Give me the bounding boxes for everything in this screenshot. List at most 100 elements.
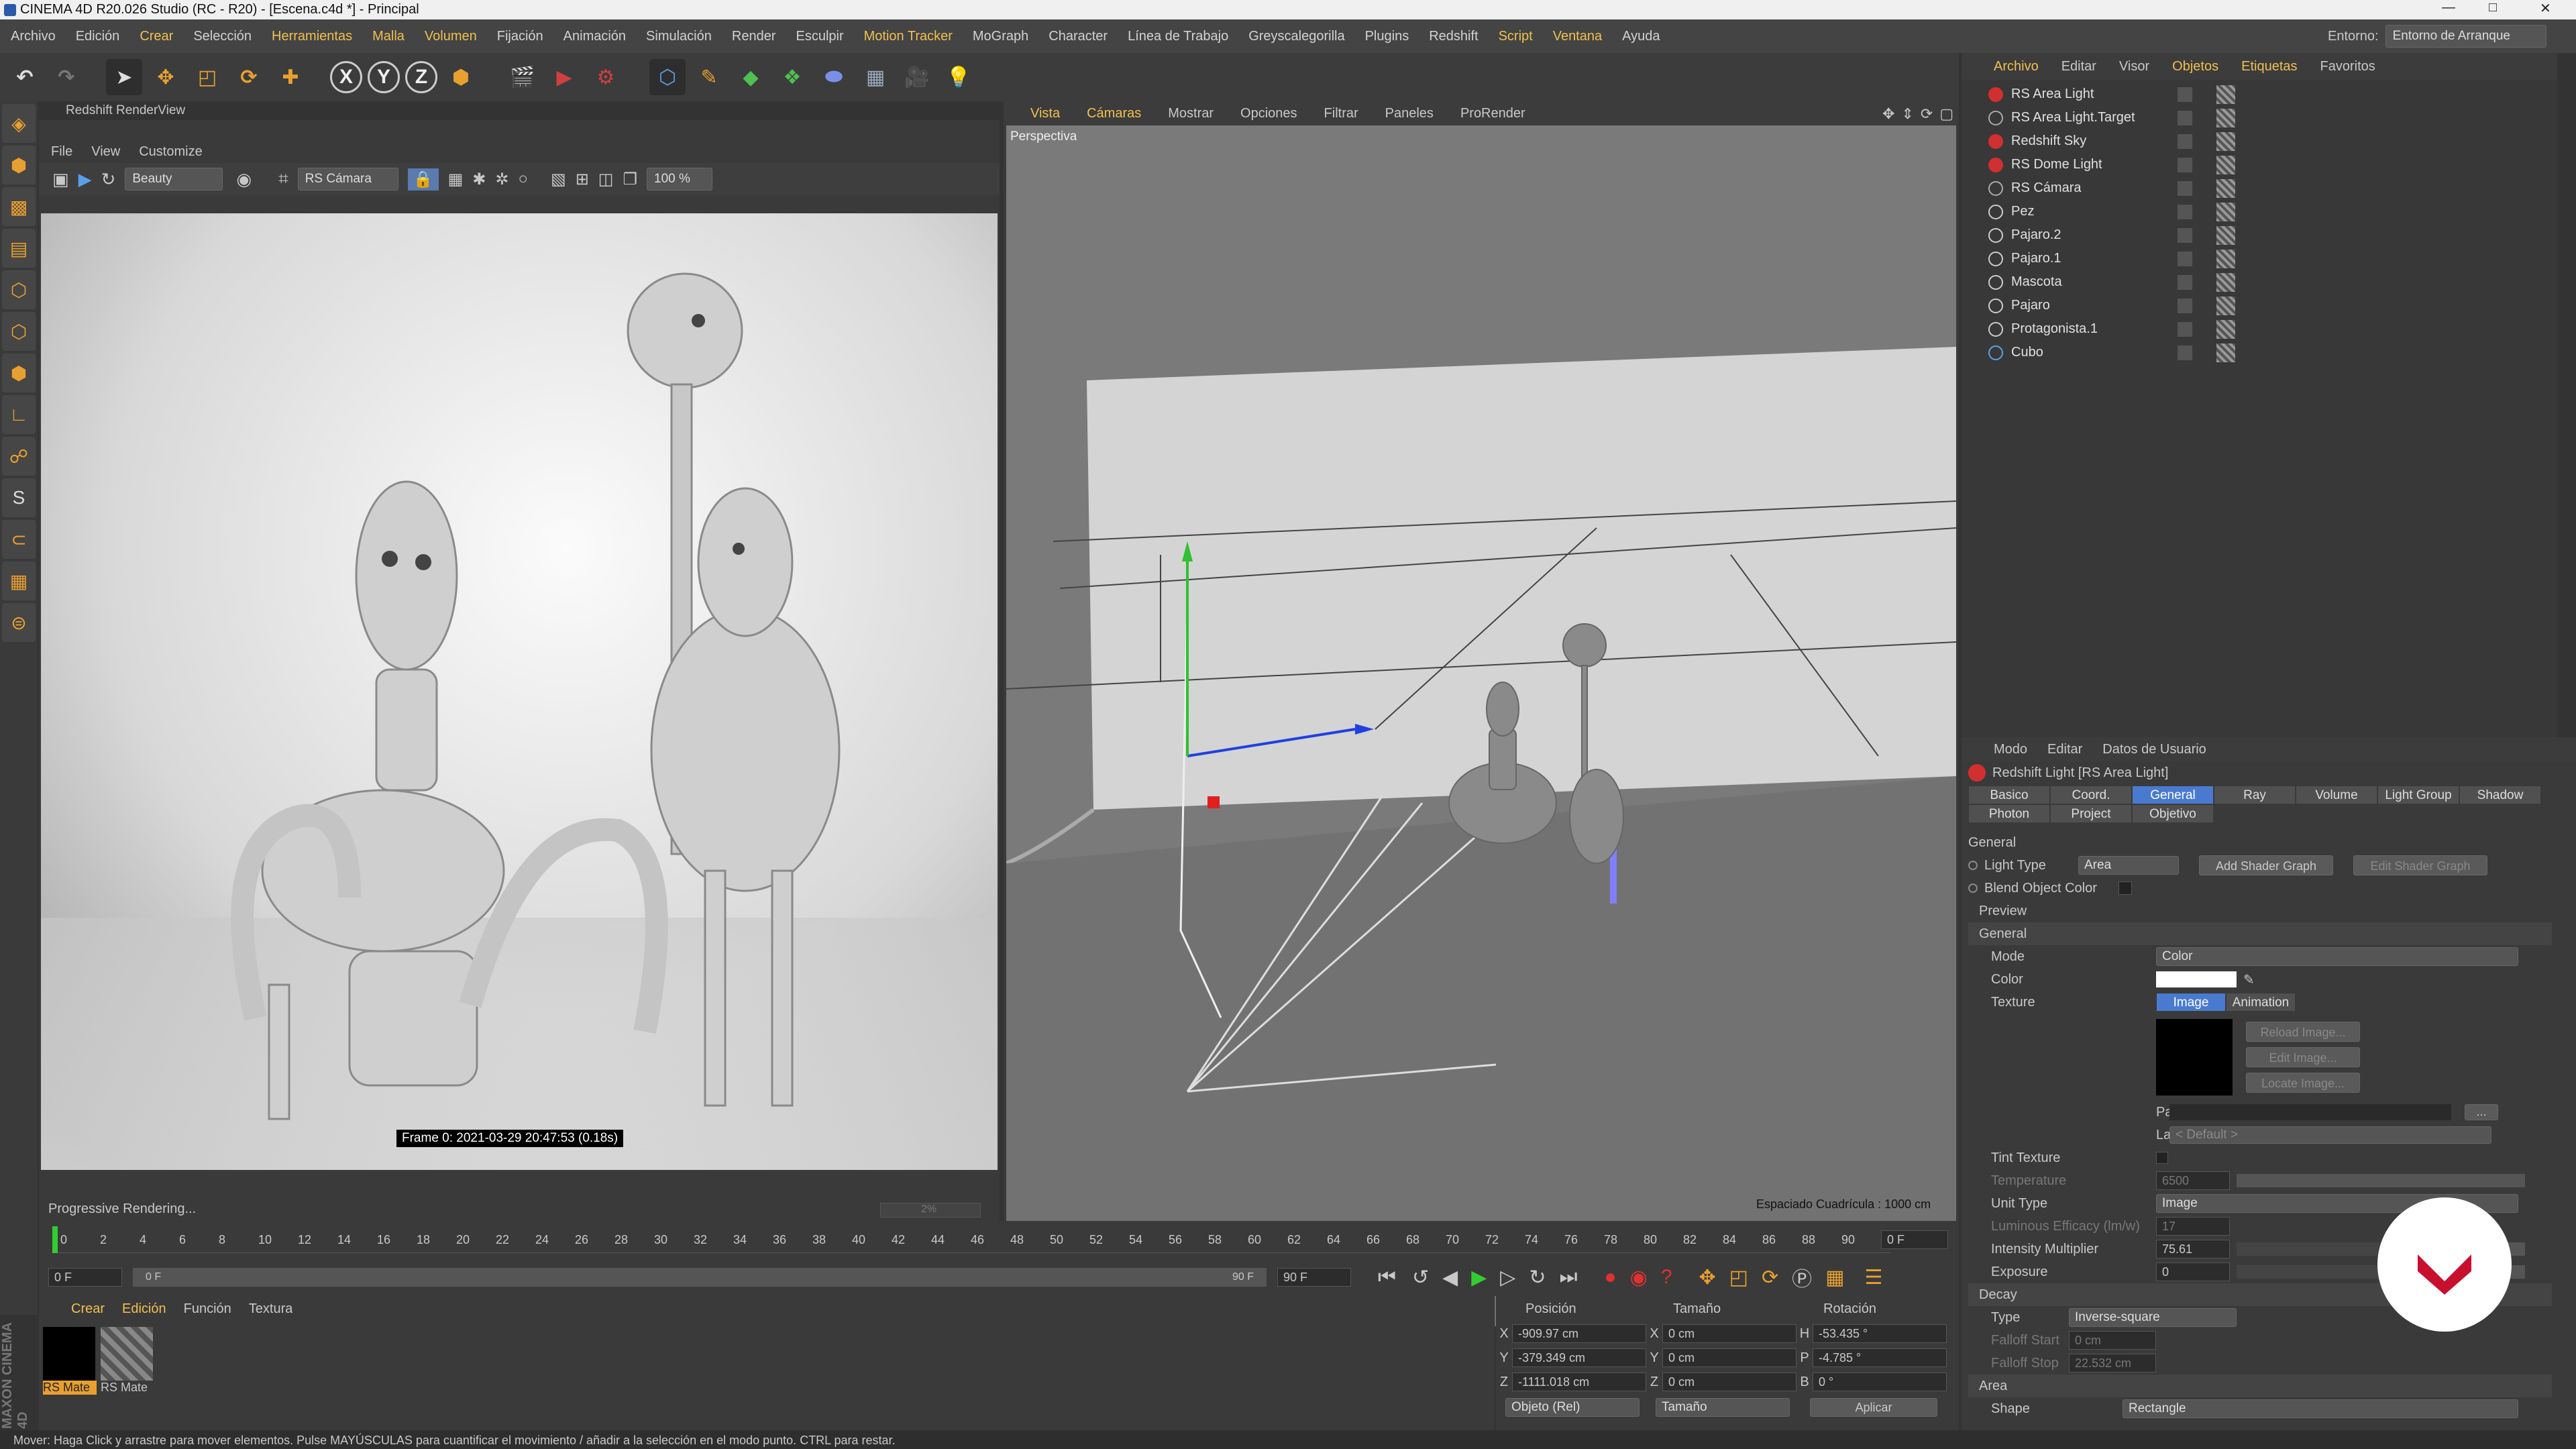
object-row[interactable]: Cubo	[1962, 341, 2576, 364]
anim-dot-icon[interactable]	[1968, 883, 1978, 893]
current-frame-field[interactable]: 0 F	[1881, 1230, 1948, 1249]
viewport-menu-5[interactable]: Paneles	[1385, 106, 1434, 121]
tag-icon[interactable]	[2216, 272, 2235, 292]
attr-menu-userdata[interactable]: Datos de Usuario	[2102, 742, 2206, 757]
floor-icon[interactable]: ▦	[857, 59, 894, 95]
bucket-icon[interactable]: ✱	[472, 170, 486, 189]
pen-icon[interactable]: ✎	[691, 59, 727, 95]
edge-mode-icon[interactable]: ⬡	[2, 312, 36, 351]
copy-icon[interactable]: ❐	[623, 170, 637, 189]
viewport-menu-6[interactable]: ProRender	[1460, 106, 1525, 121]
color-swatch[interactable]	[2156, 971, 2237, 987]
material-menu-3[interactable]: Textura	[249, 1301, 293, 1317]
play-forward-icon[interactable]: ▶	[1471, 1266, 1487, 1289]
refresh-icon[interactable]: ↻	[101, 169, 116, 190]
circle-icon[interactable]: ○	[519, 170, 529, 189]
locate-image-button[interactable]: Locate Image...	[2246, 1073, 2360, 1093]
texture-tab-image[interactable]: Image	[2156, 993, 2226, 1012]
polygon-mode-icon[interactable]: ⬢	[2, 354, 36, 392]
rotation-field[interactable]: 0 °	[1813, 1373, 1947, 1391]
burn-icon[interactable]: ✲	[495, 170, 508, 189]
apply-button[interactable]: Aplicar	[1810, 1398, 1937, 1417]
coord-size-select[interactable]: Tamaño	[1656, 1398, 1790, 1417]
maximize-icon[interactable]: □	[2489, 0, 2497, 15]
timeline-icon[interactable]: ☰	[1865, 1266, 1883, 1289]
axis-y-icon[interactable]: Y	[368, 61, 400, 93]
tag-icon[interactable]	[2216, 178, 2235, 198]
objects-menu-3[interactable]: Objetos	[2172, 59, 2218, 74]
light-icon[interactable]: 💡	[941, 59, 977, 95]
menu-8[interactable]: Animación	[564, 29, 626, 44]
mode-select[interactable]: Color	[2156, 947, 2518, 966]
visibility-icon[interactable]	[2178, 251, 2192, 266]
menu-2[interactable]: Crear	[140, 29, 173, 44]
menu-19[interactable]: Script	[1499, 29, 1533, 44]
grid-icon[interactable]: ▦	[448, 170, 464, 189]
size-field[interactable]: 0 cm	[1662, 1373, 1796, 1391]
start-frame-field[interactable]: 0 F	[48, 1268, 122, 1287]
object-row[interactable]: RS Area Light	[1962, 83, 2576, 106]
render-image[interactable]: . Frame 0: 2021-03-29 20:47:53 (0.18s)	[41, 213, 998, 1170]
visibility-icon[interactable]	[2178, 133, 2192, 149]
reload-image-button[interactable]: Reload Image...	[2246, 1022, 2360, 1042]
pan-icon[interactable]: ✥	[1882, 105, 1894, 123]
playhead[interactable]	[52, 1226, 58, 1253]
lock-icon[interactable]: ⊜	[2, 603, 36, 642]
menu-4[interactable]: Herramientas	[272, 29, 352, 44]
goto-end-icon[interactable]: ⏭	[1560, 1266, 1578, 1289]
snap-icon[interactable]: S	[2, 478, 36, 517]
path-field[interactable]	[2169, 1104, 2451, 1120]
end-frame-field[interactable]: 90 F	[1277, 1268, 1351, 1287]
falloff-start-field[interactable]: 0 cm	[2069, 1331, 2156, 1350]
viewport-menu-1[interactable]: Cámaras	[1087, 106, 1141, 121]
cube-icon[interactable]: ⬡	[649, 59, 686, 95]
close-icon[interactable]: ✕	[2540, 0, 2551, 17]
undo-icon[interactable]: ↶	[7, 59, 43, 95]
rotate-icon[interactable]: ⟳	[231, 59, 267, 95]
attr-tab[interactable]: Project	[2050, 804, 2132, 823]
size-field[interactable]: 0 cm	[1662, 1348, 1796, 1367]
renderview-menu-file[interactable]: File	[51, 144, 72, 160]
preview-group[interactable]: Preview	[1968, 900, 2552, 922]
prev-key-icon[interactable]: ↺	[1412, 1266, 1429, 1289]
viewport-menu-2[interactable]: Mostrar	[1168, 106, 1214, 121]
menu-14[interactable]: Character	[1049, 29, 1108, 44]
attr-tab[interactable]: Volume	[2296, 786, 2377, 804]
exposure-field[interactable]: 0	[2156, 1263, 2230, 1281]
attr-tab[interactable]: Ray	[2214, 786, 2296, 804]
tag-icon[interactable]	[2216, 108, 2235, 127]
add-image-icon[interactable]: ⊞	[576, 170, 589, 189]
next-frame-icon[interactable]: ▷	[1500, 1266, 1515, 1289]
menu-18[interactable]: Redshift	[1429, 29, 1478, 44]
keyframe-icon[interactable]: ?	[1661, 1266, 1672, 1289]
lock-camera-icon[interactable]: 🔒	[407, 168, 439, 191]
renderview-menu-view[interactable]: View	[91, 144, 120, 160]
visibility-icon[interactable]	[2178, 204, 2192, 219]
menu-7[interactable]: Fijación	[497, 29, 543, 44]
tag-icon[interactable]	[2216, 131, 2235, 151]
attr-menu-edit[interactable]: Editar	[2047, 742, 2082, 757]
aov-select[interactable]: Beauty	[125, 168, 223, 191]
key-move-icon[interactable]: ✥	[1699, 1266, 1716, 1289]
model-mode-icon[interactable]: ⬢	[2, 146, 36, 184]
make-editable-icon[interactable]: ◈	[2, 104, 36, 143]
magnet-icon[interactable]: ⊂	[2, 520, 36, 559]
visibility-icon[interactable]	[2178, 321, 2192, 337]
texture-mode-icon[interactable]: ▩	[2, 187, 36, 226]
tag-icon[interactable]	[2216, 225, 2235, 245]
texture-tab-animation[interactable]: Animation	[2226, 993, 2296, 1012]
position-field[interactable]: -1111.018 cm	[1512, 1373, 1646, 1391]
menu-20[interactable]: Ventana	[1553, 29, 1602, 44]
decay-type-select[interactable]: Inverse-square	[2069, 1308, 2237, 1327]
shape-select[interactable]: Rectangle	[2123, 1399, 2518, 1418]
axis-mode-icon[interactable]: ∟	[2, 395, 36, 434]
deformer-icon[interactable]: ⬬	[816, 59, 852, 95]
edit-shader-graph-button[interactable]: Edit Shader Graph	[2353, 855, 2487, 875]
material-menu-1[interactable]: Edición	[122, 1301, 166, 1317]
tint-checkbox[interactable]	[2156, 1152, 2168, 1164]
visibility-icon[interactable]	[2178, 274, 2192, 290]
camera-icon[interactable]: 🎥	[899, 59, 935, 95]
record-icon[interactable]: ●	[1605, 1266, 1617, 1289]
falloff-stop-field[interactable]: 22.532 cm	[2069, 1354, 2156, 1373]
blend-checkbox[interactable]	[2118, 881, 2132, 895]
